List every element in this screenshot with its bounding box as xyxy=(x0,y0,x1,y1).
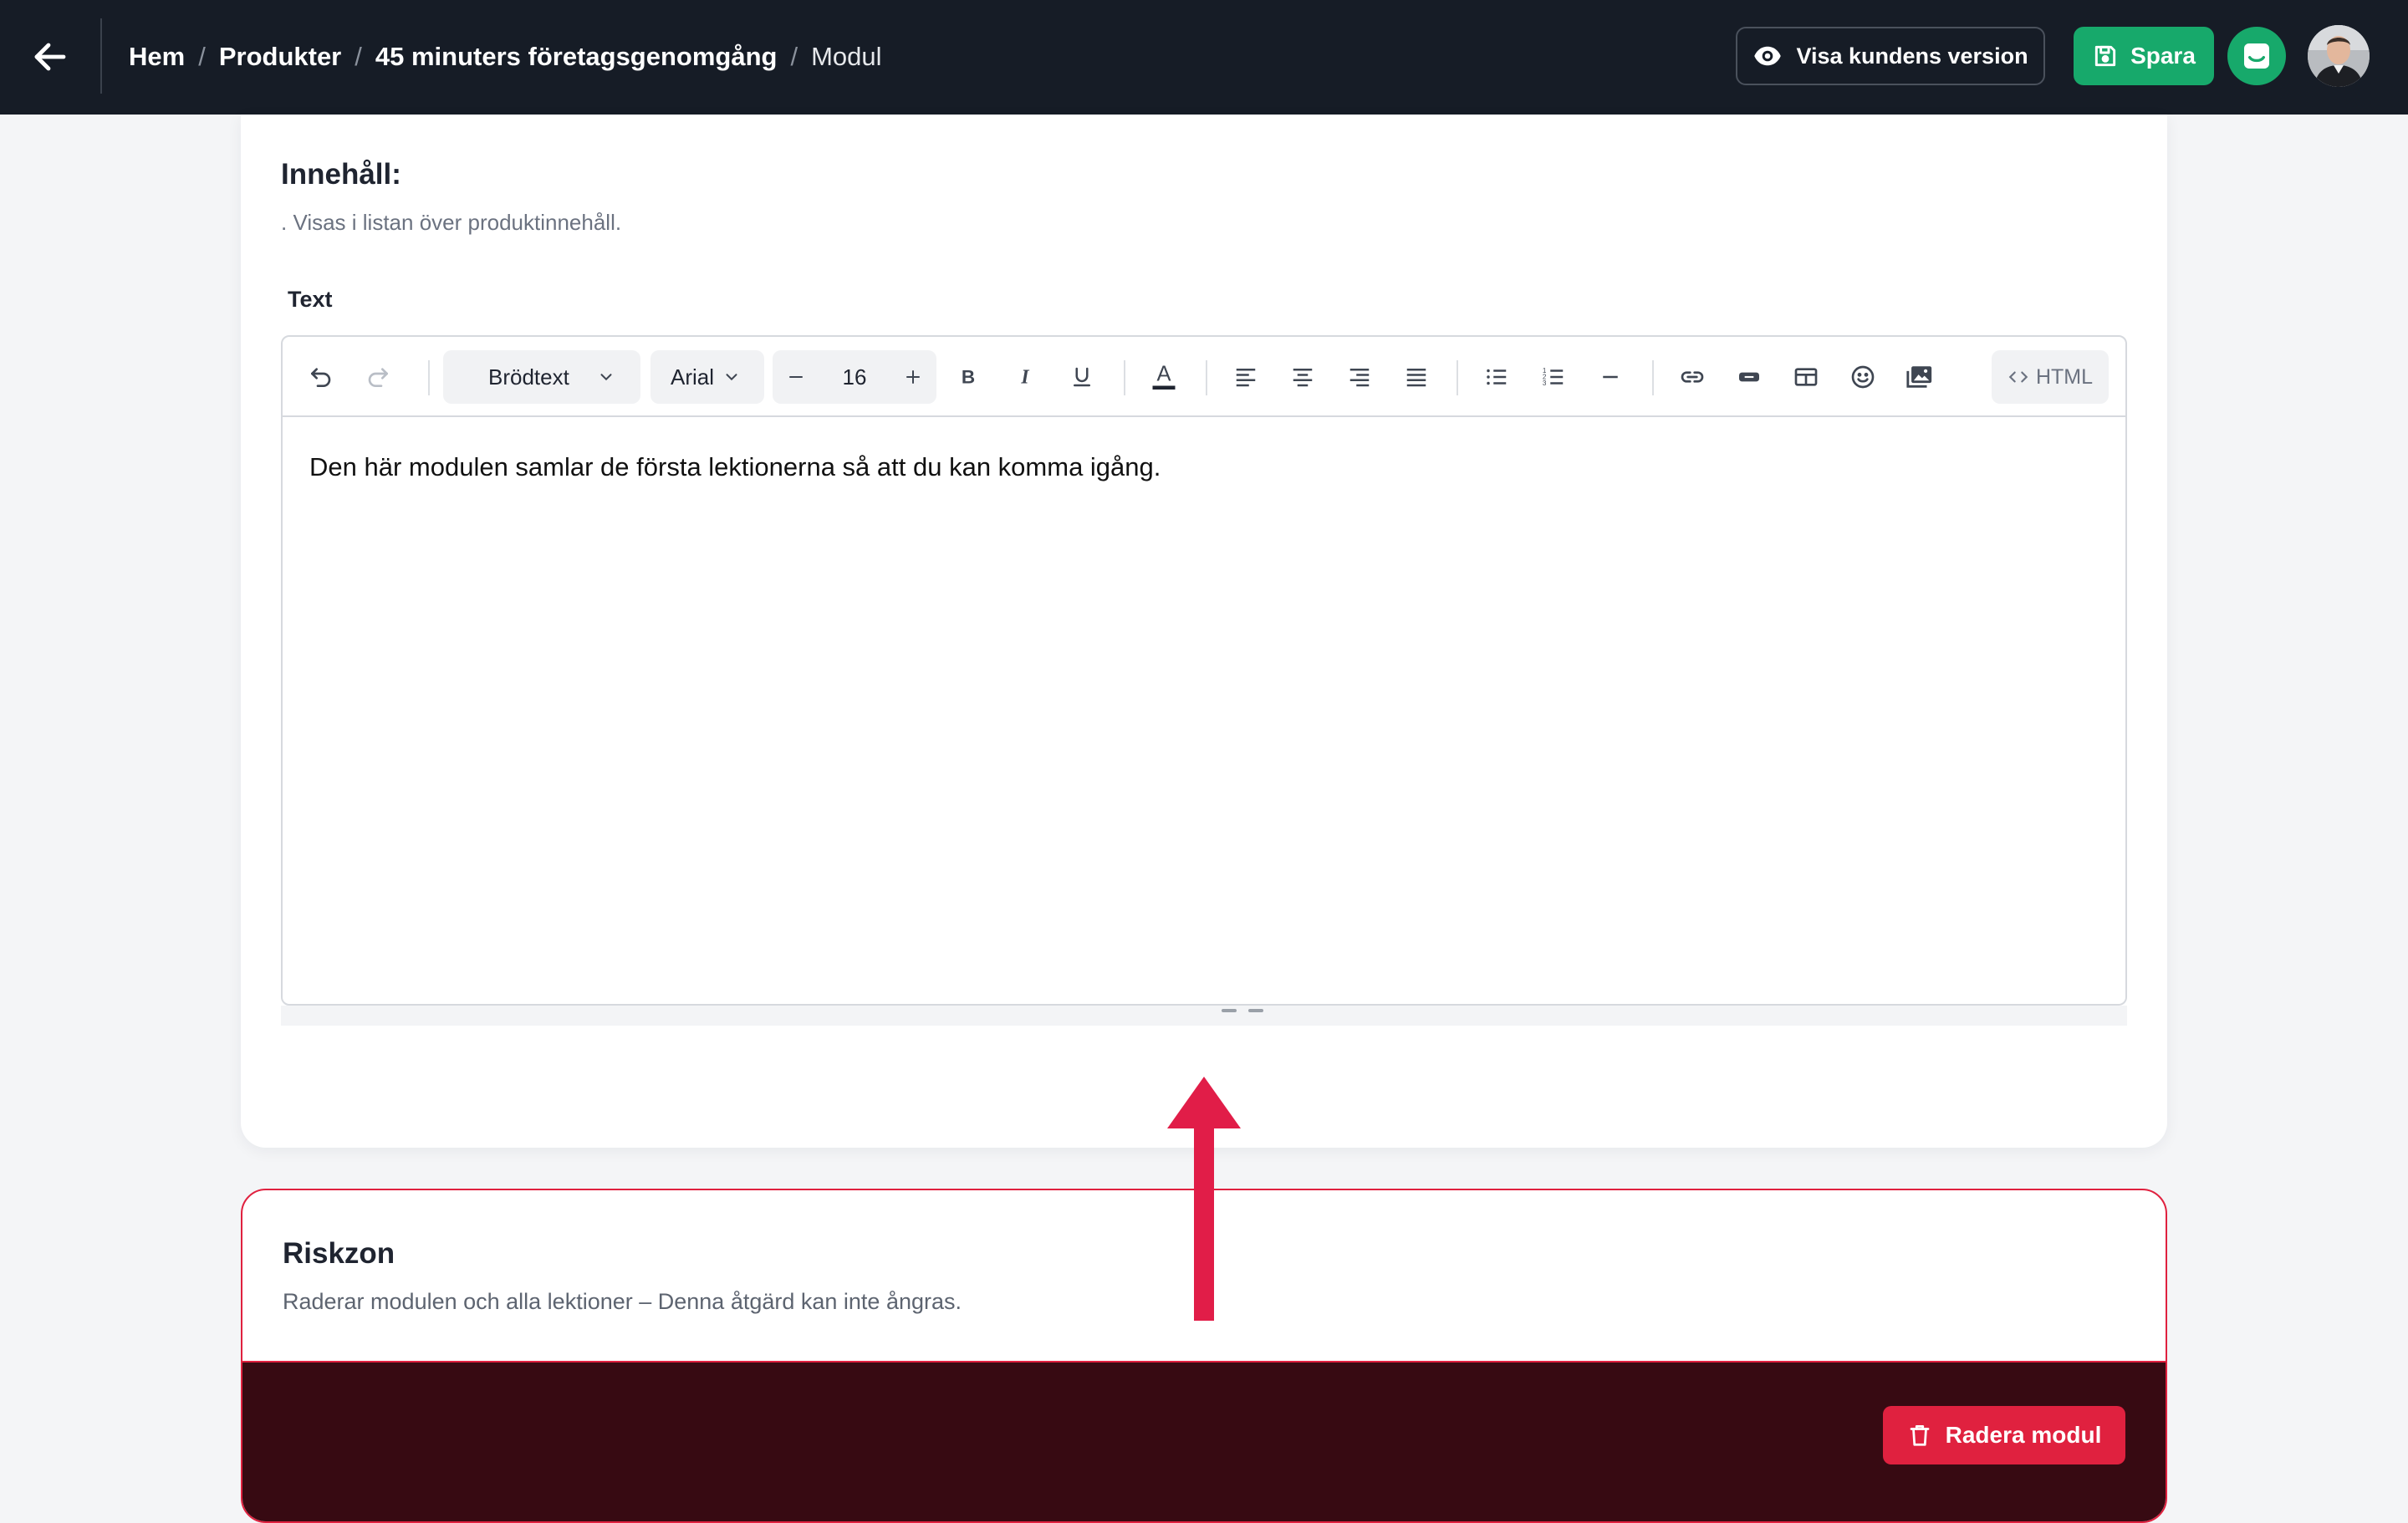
annotation-arrow-icon xyxy=(1167,1077,1241,1321)
image-icon xyxy=(1906,366,1932,388)
toolbar-separator xyxy=(1124,360,1125,395)
back-button[interactable] xyxy=(30,37,70,77)
topbar-divider xyxy=(100,18,102,94)
undo-button[interactable] xyxy=(301,357,341,397)
avatar[interactable] xyxy=(2308,25,2370,87)
undo-icon xyxy=(311,368,331,387)
danger-zone-footer: Radera modul xyxy=(242,1361,2166,1521)
text-color-icon: A xyxy=(1152,363,1176,390)
button-icon xyxy=(1739,372,1759,382)
svg-text:A: A xyxy=(1156,363,1171,386)
html-source-button[interactable]: HTML xyxy=(1992,350,2109,404)
delete-module-label: Radera modul xyxy=(1945,1422,2102,1448)
horizontal-rule-icon xyxy=(1603,375,1618,379)
chat-button[interactable] xyxy=(2227,27,2286,85)
align-center-icon xyxy=(1293,369,1313,387)
breadcrumb-separator: / xyxy=(355,42,362,71)
rich-text-editor: Brödtext Arial 16 B I A 1 2 3 HTML Den h… xyxy=(281,335,2127,1006)
block-style-value: Brödtext xyxy=(488,364,569,390)
top-bar: Hem / Produkter / 45 minuters företagsge… xyxy=(0,0,2408,115)
emoji-button[interactable] xyxy=(1843,357,1883,397)
font-size-decrease-button[interactable] xyxy=(776,357,816,397)
user-photo-icon xyxy=(2308,25,2370,87)
text-field-label: Text xyxy=(288,287,333,312)
resize-handle-icon xyxy=(1209,1009,1276,1012)
toolbar-separator xyxy=(1206,360,1207,395)
bold-button[interactable]: B xyxy=(948,357,988,397)
bullet-list-icon xyxy=(1487,369,1507,385)
image-button[interactable] xyxy=(1900,357,1940,397)
horizontal-rule-button[interactable] xyxy=(1590,357,1630,397)
text-color-button[interactable]: A xyxy=(1144,357,1184,397)
content-card: Innehåll: . Visas i listan över produkti… xyxy=(241,115,2167,1148)
breadcrumb-separator: / xyxy=(198,42,206,71)
minus-icon xyxy=(789,376,803,378)
font-family-value: Arial xyxy=(671,364,715,390)
content-section-description: . Visas i listan över produktinnehåll. xyxy=(281,210,622,235)
font-size-increase-button[interactable] xyxy=(893,357,933,397)
customer-preview-button[interactable]: Visa kundens version xyxy=(1736,27,2045,85)
editor-toolbar: Brödtext Arial 16 B I A 1 2 3 HTML xyxy=(283,337,2125,417)
italic-icon: I xyxy=(1020,367,1029,389)
delete-module-button[interactable]: Radera modul xyxy=(1883,1406,2125,1464)
align-right-icon xyxy=(1349,369,1370,387)
customer-preview-label: Visa kundens version xyxy=(1796,43,2028,69)
chevron-down-icon xyxy=(726,374,737,381)
breadcrumb-current: Modul xyxy=(811,42,882,71)
underline-icon xyxy=(1074,367,1090,387)
align-justify-button[interactable] xyxy=(1396,357,1436,397)
align-center-button[interactable] xyxy=(1283,357,1323,397)
insert-button-button[interactable] xyxy=(1729,357,1769,397)
align-left-icon xyxy=(1236,369,1256,387)
link-button[interactable] xyxy=(1672,357,1712,397)
font-size-value[interactable]: 16 xyxy=(829,364,880,390)
editor-resize-bar[interactable] xyxy=(281,1006,2127,1026)
save-label: Spara xyxy=(2130,43,2196,69)
breadcrumb-products[interactable]: Produkter xyxy=(219,42,341,72)
svg-text:I: I xyxy=(1020,367,1029,389)
toolbar-separator xyxy=(1652,360,1654,395)
save-icon xyxy=(2094,45,2116,67)
underline-button[interactable] xyxy=(1062,357,1102,397)
chat-icon xyxy=(2244,43,2269,69)
italic-button[interactable]: I xyxy=(1005,357,1045,397)
toolbar-separator xyxy=(1457,360,1458,395)
table-button[interactable] xyxy=(1786,357,1826,397)
bold-icon: B xyxy=(962,367,975,388)
align-right-button[interactable] xyxy=(1339,357,1380,397)
plus-icon xyxy=(906,370,920,384)
html-source-label: HTML xyxy=(2035,364,2094,389)
redo-icon xyxy=(368,368,388,387)
danger-zone-description: Raderar modulen och alla lektioner – Den… xyxy=(283,1289,962,1314)
emoji-icon xyxy=(1851,365,1875,389)
danger-zone-title: Riskzon xyxy=(283,1237,395,1270)
breadcrumb: Hem / Produkter / 45 minuters företagsge… xyxy=(129,37,882,77)
redo-button[interactable] xyxy=(358,357,398,397)
breadcrumb-product[interactable]: 45 minuters företagsgenomgång xyxy=(375,42,778,72)
table-icon xyxy=(1794,368,1818,386)
arrow-left-icon xyxy=(34,43,66,71)
bullet-list-button[interactable] xyxy=(1477,357,1517,397)
align-justify-icon xyxy=(1406,369,1426,387)
eye-icon xyxy=(1754,46,1782,66)
link-icon xyxy=(1681,371,1704,383)
font-family-dropdown[interactable]: Arial xyxy=(650,350,764,404)
breadcrumb-separator: / xyxy=(790,42,798,71)
breadcrumb-home[interactable]: Hem xyxy=(129,42,185,72)
code-icon xyxy=(2008,371,2028,383)
font-size-stepper: 16 xyxy=(773,350,936,404)
editor-content-area[interactable]: Den här modulen samlar de första lektion… xyxy=(309,452,2099,482)
numbered-list-button[interactable]: 1 2 3 xyxy=(1533,357,1574,397)
toolbar-separator xyxy=(428,360,430,395)
align-left-button[interactable] xyxy=(1226,357,1266,397)
numbered-list-icon: 1 2 3 xyxy=(1543,367,1564,387)
editor-paragraph: Den här modulen samlar de första lektion… xyxy=(309,452,1161,481)
svg-text:B: B xyxy=(962,367,975,388)
save-button[interactable]: Spara xyxy=(2074,27,2214,85)
content-section-title: Innehåll: xyxy=(281,158,401,191)
svg-text:3: 3 xyxy=(1543,379,1547,387)
chevron-down-icon xyxy=(600,374,612,381)
trash-icon xyxy=(1910,1425,1930,1446)
block-style-dropdown[interactable]: Brödtext xyxy=(443,350,640,404)
